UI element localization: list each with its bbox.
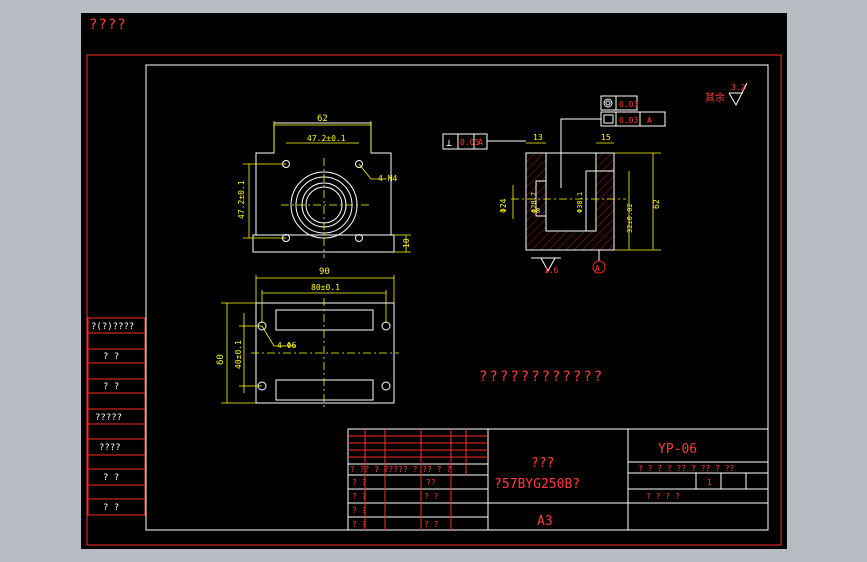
flat-datum: A — [647, 116, 652, 125]
title-left-row: ? ? — [352, 478, 367, 487]
sidebar-label: ?(?)???? — [91, 322, 134, 332]
drawing-no: YP-06 — [658, 442, 697, 457]
roughness-value: 3.2 — [731, 83, 746, 92]
part-name: ??? — [531, 456, 554, 471]
sidebar-label: ? ? — [103, 473, 119, 483]
perp-symbol: ⊥ — [446, 138, 452, 149]
dim-bolt-spacing: 47.2±0.1 — [307, 134, 346, 143]
title-mid-row: ? ? — [424, 520, 439, 529]
bottom-right-labels: ? ? ? ? — [646, 492, 680, 501]
col-labels: ? ? ? ? ?? ? ?? ? ?? — [638, 464, 735, 473]
roughness-symbol: 其余 3.2 — [705, 82, 748, 107]
dim-bore-b: Φ38.1 — [576, 192, 584, 213]
scale-value: 1 — [707, 478, 712, 487]
inner-frame — [145, 64, 769, 531]
dim-base: 10 — [402, 238, 411, 248]
dim-hole-spacing: 80±0.1 — [311, 283, 340, 292]
title-mid-row: ? ? — [424, 492, 439, 501]
roughness-label: 其余 — [705, 91, 725, 104]
title-block: ? ?? ? ????? ? ?? ? ? ? ? ? ? ? ? ? ? ??… — [347, 428, 769, 531]
sidebar-table: ?(?)???? ? ? ? ? ????? ???? ? ? ? ? — [87, 317, 146, 516]
hole-callout: 4-Φ6 — [277, 341, 296, 350]
sheet-size: A3 — [537, 514, 553, 529]
sidebar-label: ? ? — [103, 503, 119, 513]
dim-inner-h: 32±0.02 — [626, 203, 634, 233]
sidebar-label: ????? — [95, 413, 122, 423]
dim-bore-24: Φ24 — [499, 198, 508, 213]
part-code: ?57BYG250B? — [494, 477, 580, 492]
title-left-row: ? ? — [352, 520, 367, 529]
dim-overall: 90 — [319, 267, 330, 277]
dim-width-top: 62 — [317, 114, 328, 124]
dim-8: 8 — [536, 207, 540, 215]
perp-tol: 0.03 — [460, 138, 479, 147]
bottom-view: 90 80±0.1 60 40±0.1 4-Φ6 — [216, 267, 399, 409]
title-mid-row: ?? — [426, 478, 436, 487]
sidebar-label: ? ? — [103, 352, 119, 362]
title-left-row: ? ? — [352, 492, 367, 501]
front-view: 62 47.2±0.1 47.2±0.1 10 4-M4 — [237, 114, 411, 258]
cad-viewport[interactable]: ???? ?(?)???? ? ? ? ? ????? ??? ? ? ? ? ?… — [81, 13, 787, 549]
rough-bottom: 1.6 — [544, 266, 559, 275]
sidebar-label: ???? — [99, 443, 121, 453]
dim-height-62: 62 — [652, 199, 661, 209]
dim-height-left: 47.2±0.1 — [237, 180, 246, 219]
thread-callout: 4-M4 — [378, 174, 397, 183]
title-left-row: ? ? — [352, 506, 367, 515]
title-hdr-row: ? ?? ? ????? ? ?? ? ? — [350, 465, 451, 474]
drawing-canvas: ?(?)???? ? ? ? ? ????? ???? ? ? ? ? 62 4… — [86, 54, 782, 546]
section-view: ⊥ 0.03 A 0.03 0.03 A 13 15 62 32±0.02 Φ2… — [442, 95, 666, 275]
dim-wall-left: 13 — [533, 133, 543, 142]
perp-datum: A — [478, 138, 483, 147]
dim-wall-right: 15 — [601, 133, 611, 142]
flat-tol: 0.03 — [619, 116, 638, 125]
sidebar-label: ? ? — [103, 382, 119, 392]
dim-height: 60 — [216, 354, 226, 365]
datum-mark: A — [595, 264, 600, 273]
coax-tol: 0.03 — [619, 100, 638, 109]
technical-note: ???????????? — [479, 369, 604, 385]
dim-height-tol: 40±0.1 — [234, 340, 243, 369]
